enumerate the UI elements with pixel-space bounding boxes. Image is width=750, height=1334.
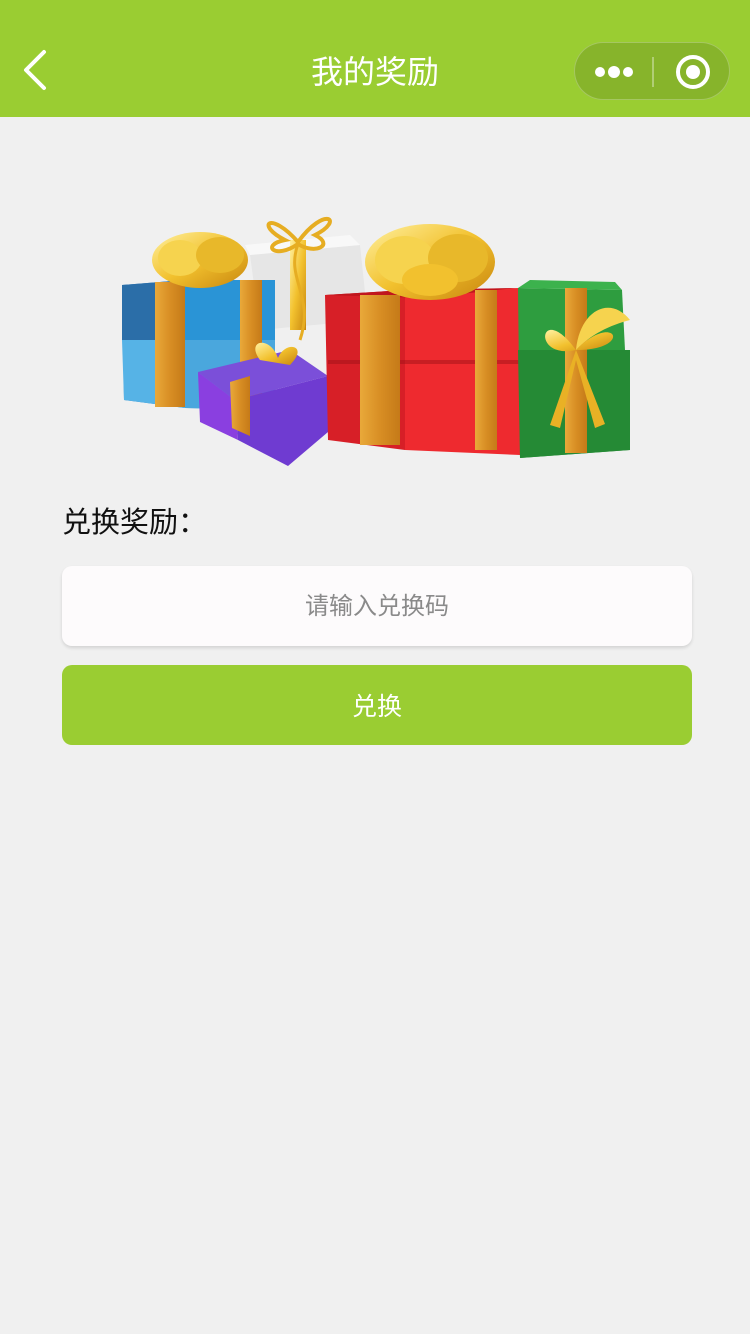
green-gift-box	[518, 280, 630, 458]
target-circle-icon	[675, 55, 710, 89]
more-button[interactable]	[575, 43, 652, 101]
redeem-button[interactable]: 兑换	[62, 665, 692, 745]
redeem-code-input[interactable]	[62, 566, 692, 646]
close-button[interactable]	[654, 43, 731, 101]
redeem-code-field[interactable]	[62, 566, 692, 646]
gift-boxes-illustration	[122, 216, 630, 466]
redeem-label: 兑换奖励：	[62, 505, 208, 539]
capsule-menu	[574, 42, 730, 100]
navigation-bar: 我的奖励	[0, 0, 750, 117]
more-dots-icon	[594, 66, 633, 78]
